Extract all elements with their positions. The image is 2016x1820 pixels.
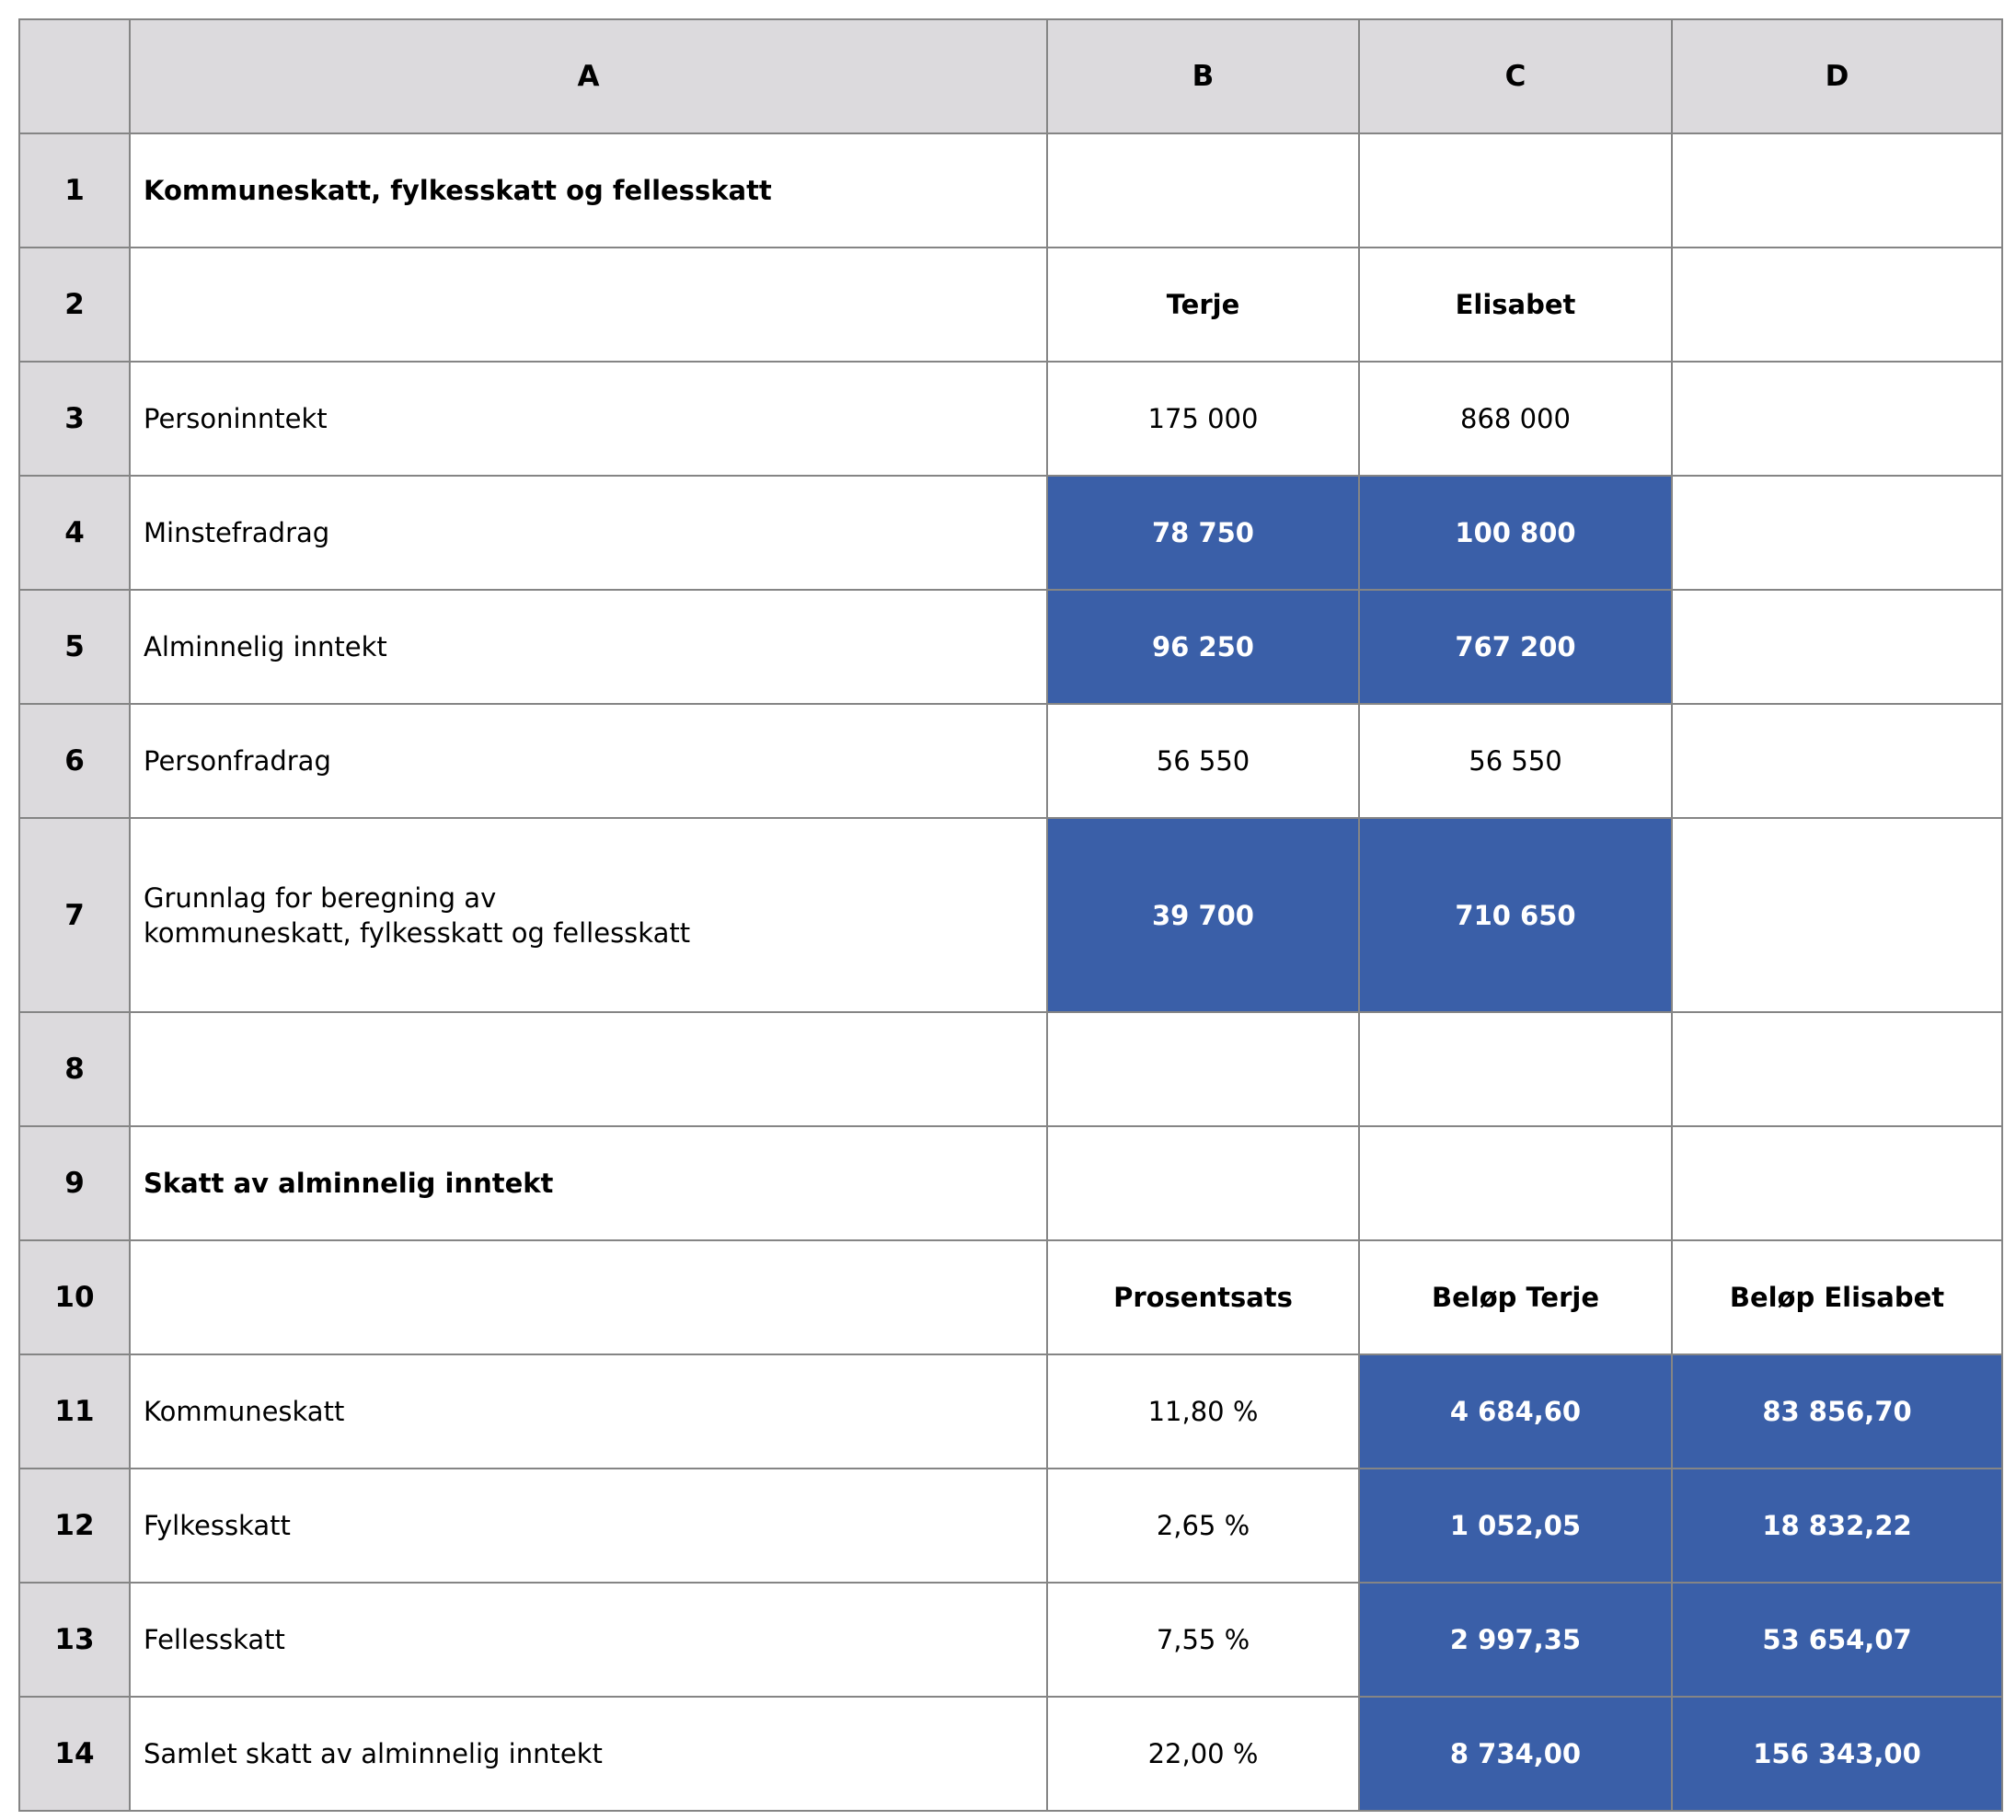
cell-a1[interactable]: Kommuneskatt, fylkesskatt og fellesskatt xyxy=(129,132,1048,248)
sheet-row: 2 Terje Elisabet xyxy=(18,247,2003,363)
cell-c3[interactable]: 868 000 xyxy=(1358,361,1673,477)
sheet-row: 13 Fellesskatt 7,55 % 2 997,35 53 654,07 xyxy=(18,1582,2003,1698)
sheet-row: 9 Skatt av alminnelig inntekt xyxy=(18,1125,2003,1241)
row-header[interactable]: 7 xyxy=(18,817,131,1013)
sheet-row: 3 Personinntekt 175 000 868 000 xyxy=(18,361,2003,477)
cell-b8[interactable] xyxy=(1046,1011,1360,1127)
column-header-c[interactable]: C xyxy=(1358,18,1673,134)
cell-b7[interactable]: 39 700 xyxy=(1046,817,1360,1013)
cell-d5[interactable] xyxy=(1671,589,2003,705)
cell-b3[interactable]: 175 000 xyxy=(1046,361,1360,477)
cell-c9[interactable] xyxy=(1358,1125,1673,1241)
cell-a9[interactable]: Skatt av alminnelig inntekt xyxy=(129,1125,1048,1241)
cell-b11[interactable]: 11,80 % xyxy=(1046,1353,1360,1469)
cell-a14[interactable]: Samlet skatt av alminnelig inntekt xyxy=(129,1696,1048,1812)
cell-b2[interactable]: Terje xyxy=(1046,247,1360,363)
sheet-row: 11 Kommuneskatt 11,80 % 4 684,60 83 856,… xyxy=(18,1353,2003,1469)
row-header[interactable]: 12 xyxy=(18,1468,131,1584)
cell-b12[interactable]: 2,65 % xyxy=(1046,1468,1360,1584)
sheet-row: 7 Grunnlag for beregning av kommuneskatt… xyxy=(18,817,2003,1013)
row-header[interactable]: 1 xyxy=(18,132,131,248)
cell-c12[interactable]: 1 052,05 xyxy=(1358,1468,1673,1584)
row-header[interactable]: 11 xyxy=(18,1353,131,1469)
cell-c6[interactable]: 56 550 xyxy=(1358,703,1673,819)
cell-a12[interactable]: Fylkesskatt xyxy=(129,1468,1048,1584)
row-header[interactable]: 13 xyxy=(18,1582,131,1698)
cell-b6[interactable]: 56 550 xyxy=(1046,703,1360,819)
sheet-row: 10 Prosentsats Beløp Terje Beløp Elisabe… xyxy=(18,1239,2003,1355)
cell-text-line: Grunnlag for beregning av xyxy=(144,881,497,914)
cell-b14[interactable]: 22,00 % xyxy=(1046,1696,1360,1812)
cell-a13[interactable]: Fellesskatt xyxy=(129,1582,1048,1698)
column-header-a[interactable]: A xyxy=(129,18,1048,134)
cell-d10[interactable]: Beløp Elisabet xyxy=(1671,1239,2003,1355)
sheet-row: 8 xyxy=(18,1011,2003,1127)
cell-a11[interactable]: Kommuneskatt xyxy=(129,1353,1048,1469)
cell-d2[interactable] xyxy=(1671,247,2003,363)
cell-d4[interactable] xyxy=(1671,475,2003,591)
cell-b10[interactable]: Prosentsats xyxy=(1046,1239,1360,1355)
cell-d3[interactable] xyxy=(1671,361,2003,477)
cell-c14[interactable]: 8 734,00 xyxy=(1358,1696,1673,1812)
cell-a6[interactable]: Personfradrag xyxy=(129,703,1048,819)
cell-c2[interactable]: Elisabet xyxy=(1358,247,1673,363)
row-header[interactable]: 5 xyxy=(18,589,131,705)
sheet-row: 14 Samlet skatt av alminnelig inntekt 22… xyxy=(18,1696,2003,1812)
cell-c5[interactable]: 767 200 xyxy=(1358,589,1673,705)
cell-a5[interactable]: Alminnelig inntekt xyxy=(129,589,1048,705)
cell-d8[interactable] xyxy=(1671,1011,2003,1127)
sheet-row: 5 Alminnelig inntekt 96 250 767 200 xyxy=(18,589,2003,705)
column-header-d[interactable]: D xyxy=(1671,18,2003,134)
cell-d1[interactable] xyxy=(1671,132,2003,248)
row-header[interactable]: 8 xyxy=(18,1011,131,1127)
cell-b5[interactable]: 96 250 xyxy=(1046,589,1360,705)
cell-a10[interactable] xyxy=(129,1239,1048,1355)
row-header[interactable]: 10 xyxy=(18,1239,131,1355)
cell-c13[interactable]: 2 997,35 xyxy=(1358,1582,1673,1698)
cell-a7[interactable]: Grunnlag for beregning av kommuneskatt, … xyxy=(129,817,1048,1013)
column-header-b[interactable]: B xyxy=(1046,18,1360,134)
cell-d14[interactable]: 156 343,00 xyxy=(1671,1696,2003,1812)
corner-select-all[interactable] xyxy=(18,18,131,134)
cell-c7[interactable]: 710 650 xyxy=(1358,817,1673,1013)
cell-b13[interactable]: 7,55 % xyxy=(1046,1582,1360,1698)
sheet-row: 4 Minstefradrag 78 750 100 800 xyxy=(18,475,2003,591)
row-header[interactable]: 3 xyxy=(18,361,131,477)
sheet-row: 6 Personfradrag 56 550 56 550 xyxy=(18,703,2003,819)
row-header[interactable]: 9 xyxy=(18,1125,131,1241)
row-header[interactable]: 2 xyxy=(18,247,131,363)
cell-c11[interactable]: 4 684,60 xyxy=(1358,1353,1673,1469)
cell-a4[interactable]: Minstefradrag xyxy=(129,475,1048,591)
spreadsheet-grid: A B C D 1 Kommuneskatt, fylkesskatt og f… xyxy=(18,18,2003,1812)
column-header-row: A B C D xyxy=(18,18,2003,134)
cell-b4[interactable]: 78 750 xyxy=(1046,475,1360,591)
cell-a2[interactable] xyxy=(129,247,1048,363)
cell-d6[interactable] xyxy=(1671,703,2003,819)
cell-a8[interactable] xyxy=(129,1011,1048,1127)
cell-d7[interactable] xyxy=(1671,817,2003,1013)
cell-c10[interactable]: Beløp Terje xyxy=(1358,1239,1673,1355)
cell-c8[interactable] xyxy=(1358,1011,1673,1127)
cell-d13[interactable]: 53 654,07 xyxy=(1671,1582,2003,1698)
cell-c4[interactable]: 100 800 xyxy=(1358,475,1673,591)
sheet-row: 12 Fylkesskatt 2,65 % 1 052,05 18 832,22 xyxy=(18,1468,2003,1584)
cell-c1[interactable] xyxy=(1358,132,1673,248)
row-header[interactable]: 6 xyxy=(18,703,131,819)
cell-a3[interactable]: Personinntekt xyxy=(129,361,1048,477)
cell-d12[interactable]: 18 832,22 xyxy=(1671,1468,2003,1584)
cell-text-line: kommuneskatt, fylkesskatt og fellesskatt xyxy=(144,916,691,949)
row-header[interactable]: 14 xyxy=(18,1696,131,1812)
cell-d11[interactable]: 83 856,70 xyxy=(1671,1353,2003,1469)
row-header[interactable]: 4 xyxy=(18,475,131,591)
cell-d9[interactable] xyxy=(1671,1125,2003,1241)
sheet-row: 1 Kommuneskatt, fylkesskatt og fellesska… xyxy=(18,132,2003,248)
cell-b1[interactable] xyxy=(1046,132,1360,248)
cell-b9[interactable] xyxy=(1046,1125,1360,1241)
